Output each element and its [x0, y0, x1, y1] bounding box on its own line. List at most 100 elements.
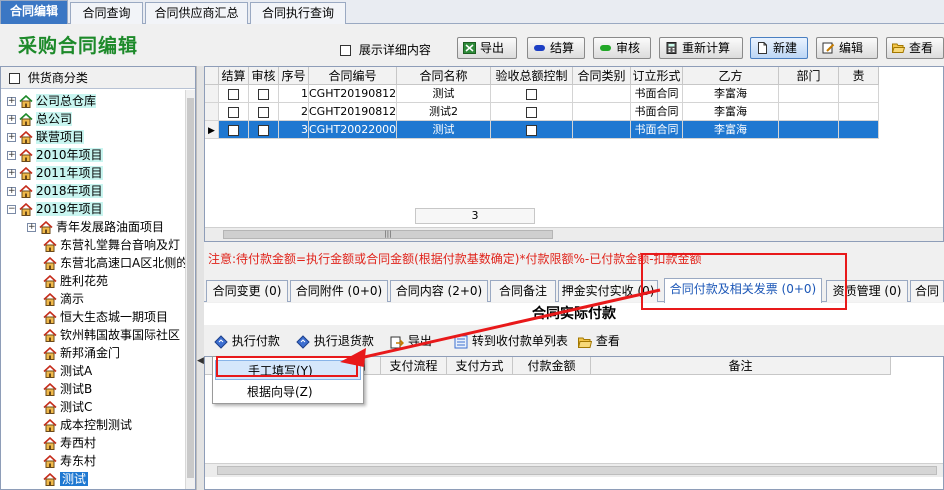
tab-contract-attachments[interactable]: 合同附件 (0+0)	[290, 280, 388, 302]
payment-column-header[interactable]: 备注	[591, 357, 891, 375]
grid-hscrollbar[interactable]: |||	[205, 227, 943, 241]
tree-node-project[interactable]: 东营北高速口A区北侧的	[43, 254, 188, 272]
tree-node-root[interactable]: +2010年项目	[7, 146, 103, 164]
tree-node-root[interactable]: +2018年项目	[7, 182, 103, 200]
tree-node-project[interactable]: 成本控制测试	[43, 416, 132, 434]
tree-node-project[interactable]: 胜利花苑	[43, 272, 108, 290]
execute-refund-button[interactable]: 执行退货款	[296, 330, 374, 352]
tree-node-project[interactable]: 测试A	[43, 362, 92, 380]
export-button[interactable]: 导出	[457, 37, 517, 59]
expand-icon[interactable]: +	[7, 115, 16, 124]
row-checkbox[interactable]	[228, 106, 239, 118]
tree-node-project[interactable]: 新邦涌金门	[43, 344, 120, 362]
calculator-icon	[666, 42, 677, 54]
tree-node-root[interactable]: +2011年项目	[7, 164, 103, 182]
expand-icon[interactable]: +	[7, 133, 16, 142]
column-header[interactable]: 验收总额控制	[491, 67, 573, 85]
execute-payment-button[interactable]: 执行付款	[214, 330, 280, 352]
menu-item-wizard[interactable]: 根据向导(Z)	[215, 382, 361, 402]
column-header[interactable]: 订立形式	[631, 67, 683, 85]
tab-contract-edit[interactable]: 合同编辑	[0, 0, 68, 25]
show-detail-toggle[interactable]: 展示详细内容	[340, 41, 431, 58]
view-button[interactable]: 查看	[886, 37, 944, 59]
settle-cell[interactable]	[219, 121, 249, 139]
export-payments-button[interactable]: 导出	[390, 330, 432, 352]
tree-node-project[interactable]: 测试C	[43, 398, 92, 416]
payment-column-header[interactable]: 支付方式	[447, 357, 513, 375]
column-header[interactable]: 合同类别	[573, 67, 631, 85]
row-checkbox[interactable]	[258, 88, 269, 100]
payment-grid-hscrollbar[interactable]	[205, 463, 943, 477]
audit-cell[interactable]	[249, 103, 279, 121]
tab-execution-query[interactable]: 合同执行查询	[250, 2, 346, 24]
acceptance-control-cell[interactable]	[491, 85, 573, 103]
tree-node-project[interactable]: 东营礼堂舞台音响及灯	[43, 236, 180, 254]
payment-column-header[interactable]: 付款金额	[513, 357, 591, 375]
tab-contract-more[interactable]: 合同	[910, 280, 944, 302]
column-header[interactable]: 部门	[779, 67, 839, 85]
edit-button[interactable]: 编辑	[816, 37, 878, 59]
house-icon	[43, 275, 57, 288]
tab-contract-content[interactable]: 合同内容 (2+0)	[390, 280, 488, 302]
tree-node-project[interactable]: 钦州韩国故事国际社区	[43, 326, 180, 344]
row-checkbox[interactable]	[526, 106, 537, 118]
tab-contract-change[interactable]: 合同变更 (0)	[206, 280, 288, 302]
row-checkbox[interactable]	[258, 124, 269, 136]
new-button[interactable]: 新建	[750, 37, 808, 59]
row-checkbox[interactable]	[228, 124, 239, 136]
tab-contract-query[interactable]: 合同查询	[70, 2, 143, 24]
expand-icon[interactable]: +	[7, 97, 16, 106]
recalc-button[interactable]: 重新计算	[659, 37, 743, 59]
collapse-arrow-icon[interactable]: ◀	[197, 356, 204, 366]
column-header[interactable]: 结算	[219, 67, 249, 85]
collapse-icon[interactable]: −	[7, 205, 16, 214]
expand-icon[interactable]: +	[7, 187, 16, 196]
tree-scroll-thumb[interactable]	[187, 98, 194, 478]
audit-cell[interactable]	[249, 121, 279, 139]
tree-node-project[interactable]: 滴示	[43, 290, 84, 308]
column-header[interactable]: 序号	[279, 67, 309, 85]
tree-node-project[interactable]: 测试	[43, 470, 89, 488]
tree-node-root[interactable]: − 2019年项目	[7, 200, 103, 218]
tree-node-root[interactable]: + 联营项目	[7, 128, 85, 146]
tree-node-project[interactable]: 寿东村	[43, 452, 96, 470]
tab-supplier-summary[interactable]: 合同供应商汇总	[145, 2, 248, 24]
column-header[interactable]: 责	[839, 67, 879, 85]
tree-node-project[interactable]: 恒大生态城一期项目	[43, 308, 168, 326]
grid-hscroll-thumb[interactable]: |||	[223, 230, 553, 239]
row-checkbox[interactable]	[526, 88, 537, 100]
column-header[interactable]: 合同名称	[397, 67, 491, 85]
row-checkbox[interactable]	[258, 106, 269, 118]
tree-node-project[interactable]: + 青年发展路油面项目	[27, 218, 164, 236]
row-checkbox[interactable]	[228, 88, 239, 100]
expand-icon[interactable]: +	[27, 223, 36, 232]
tab-contract-remarks[interactable]: 合同备注	[490, 280, 556, 302]
settle-cell[interactable]	[219, 85, 249, 103]
view-payments-button[interactable]: 查看	[577, 330, 620, 352]
payment-column-header[interactable]: 支付流程	[381, 357, 447, 375]
audit-button[interactable]: 审核	[593, 37, 651, 59]
tree-node-project[interactable]: 测试B	[43, 380, 92, 398]
tree-node-label: 总公司	[36, 112, 73, 126]
supplier-category-checkbox[interactable]	[9, 73, 20, 84]
payment-grid-scroll-thumb[interactable]	[217, 466, 937, 475]
column-header[interactable]: 合同编号	[309, 67, 397, 85]
tree-scrollbar[interactable]	[185, 90, 195, 489]
expand-icon[interactable]: +	[7, 169, 16, 178]
settle-cell[interactable]	[219, 103, 249, 121]
expand-icon[interactable]: +	[7, 151, 16, 160]
column-header[interactable]: 审核	[249, 67, 279, 85]
tree-node-root[interactable]: + 公司总仓库	[7, 92, 97, 110]
settle-button[interactable]: 结算	[527, 37, 585, 59]
acceptance-control-cell[interactable]	[491, 103, 573, 121]
row-checkbox[interactable]	[526, 124, 537, 136]
party-b-cell: 李富海	[683, 103, 779, 121]
column-header[interactable]: 乙方	[683, 67, 779, 85]
transfer-list-button[interactable]: 转到收付款单列表	[454, 330, 568, 352]
acceptance-control-cell[interactable]	[491, 121, 573, 139]
panel-splitter[interactable]: ◀	[196, 66, 204, 490]
audit-cell[interactable]	[249, 85, 279, 103]
tree-node-root[interactable]: + 总公司	[7, 110, 73, 128]
show-detail-checkbox[interactable]	[340, 45, 351, 56]
tree-node-project[interactable]: 寿西村	[43, 434, 96, 452]
